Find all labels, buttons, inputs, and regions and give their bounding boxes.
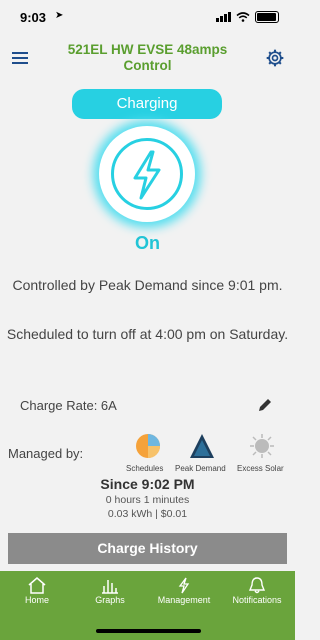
bolt-ring: [111, 138, 183, 210]
tab-label-home: Home: [24, 595, 49, 605]
mode-label-peak-demand: Peak Demand: [175, 464, 226, 473]
status-bar: 9:03 ➤: [0, 0, 295, 36]
home-icon: [28, 577, 46, 594]
managed-by-label: Managed by:: [8, 446, 84, 461]
bolt-icon: [178, 577, 190, 594]
status-time: 9:03: [20, 10, 47, 25]
lightning-bolt-icon: [133, 150, 161, 200]
bell-icon: [248, 577, 266, 594]
home-indicator: [96, 629, 201, 633]
charging-status-pill: Charging: [72, 89, 222, 119]
charger-state: On: [135, 233, 160, 253]
charge-rate-label: Charge Rate: 6A: [20, 398, 117, 413]
schedule-text: Scheduled to turn off at 4:00 pm on Satu…: [6, 326, 289, 342]
tab-notifications[interactable]: Notifications: [222, 577, 292, 605]
menu-icon[interactable]: [12, 52, 28, 64]
peak-demand-icon[interactable]: [188, 432, 216, 460]
tab-home[interactable]: Home: [2, 577, 72, 605]
session-duration: 0 hours 1 minutes: [105, 494, 190, 506]
battery-icon: [255, 11, 279, 23]
gear-icon[interactable]: [265, 48, 285, 68]
excess-solar-icon[interactable]: [249, 433, 275, 459]
cellular-signal-icon: [216, 12, 231, 22]
tab-bar: Home Graphs Management Notifications: [0, 571, 295, 640]
pencil-edit-icon[interactable]: [257, 397, 273, 413]
controlled-by-text: Controlled by Peak Demand since 9:01 pm.: [12, 277, 283, 293]
mode-label-schedules: Schedules: [126, 464, 164, 473]
session-energy-cost: 0.03 kWh | $0.01: [107, 508, 188, 520]
bar-chart-icon: [102, 580, 118, 594]
charge-history-button[interactable]: Charge History: [8, 533, 287, 564]
status-icons: [216, 11, 279, 23]
tab-graphs[interactable]: Graphs: [75, 577, 145, 605]
mode-label-excess-solar: Excess Solar: [237, 464, 284, 473]
page-title: 521EL HW EVSE 48amps Control: [67, 42, 228, 73]
wifi-icon: [236, 12, 250, 22]
tab-management[interactable]: Management: [149, 577, 219, 605]
session-since: Since 9:02 PM: [100, 476, 195, 492]
tab-label-management: Management: [157, 595, 211, 605]
tab-label-notifications: Notifications: [232, 595, 282, 605]
charger-status-indicator[interactable]: [99, 126, 195, 222]
tab-label-graphs: Graphs: [95, 595, 125, 605]
header: 521EL HW EVSE 48amps Control: [0, 38, 295, 78]
location-arrow-icon: ➤: [55, 10, 64, 21]
schedules-icon[interactable]: [135, 433, 161, 459]
